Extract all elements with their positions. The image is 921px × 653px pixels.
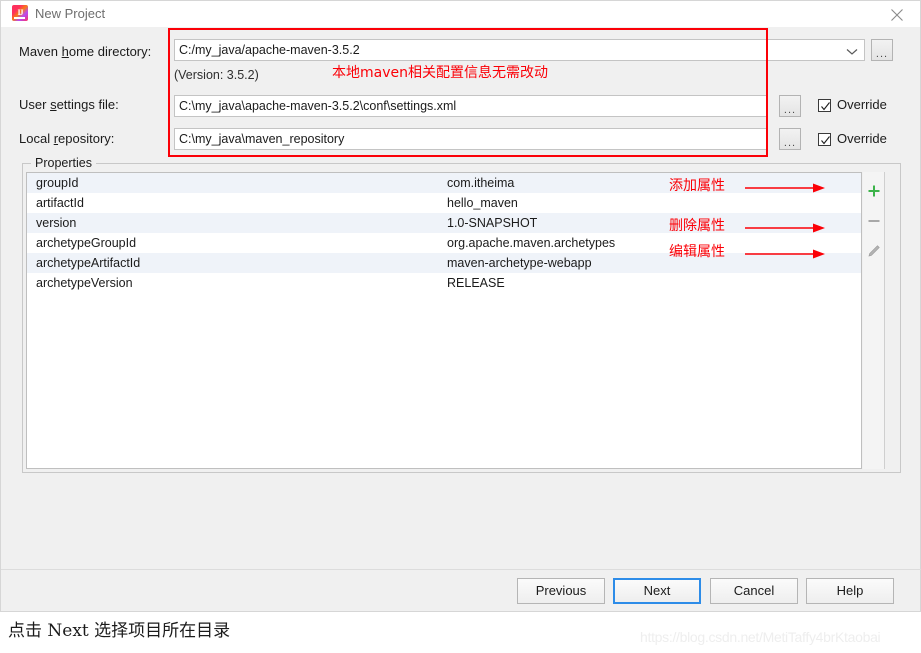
intellij-idea-icon: IJ [12,5,28,21]
previous-button[interactable]: Previous [517,578,605,604]
property-key: archetypeGroupId [36,236,137,250]
property-value: 1.0-SNAPSHOT [447,216,538,230]
property-value: maven-archetype-webapp [447,256,592,270]
properties-table[interactable]: groupId com.itheima artifactId hello_mavenv… [26,172,862,469]
checkbox-checked-icon [818,98,831,112]
window-title: New Project [35,6,106,21]
table-row[interactable]: archetypeGroupId org.apache.maven.archety… [27,233,861,253]
property-key: groupId [36,176,79,190]
user-settings-label-post: ettings file: [56,97,119,112]
help-button[interactable]: Help [806,578,894,604]
watermark-text: https://blog.csdn.net/MetiTaffy4brKtaoba… [640,629,881,645]
annotation-add-property-text: 添加属性 [669,178,725,194]
maven-home-label-pre: Maven [19,44,62,59]
property-value: hello_maven [447,196,518,210]
maven-home-combobox[interactable]: C:/my_java/apache-maven-3.5.2 [174,39,865,61]
table-row[interactable]: archetypeVersion RELEASE [27,273,861,293]
local-repository-value: C:\my_java\maven_repository [179,132,345,146]
local-repository-override-label: Override [837,131,887,146]
user-settings-value: C:\my_java\apache-maven-3.5.2\conf\setti… [179,99,457,113]
maven-home-label-mnemonic: h [61,44,69,59]
arrow-right-icon [745,247,827,265]
local-repository-label: Local repository: [19,131,114,147]
intellij-idea-bar [14,17,25,19]
property-key: version [36,216,77,230]
arrow-right-icon [745,181,827,199]
local-repository-label-post: epository: [58,131,115,146]
maven-home-label-post: ome directory: [68,44,152,59]
property-value: org.apache.maven.archetypes [447,236,616,250]
properties-legend: Properties [31,156,96,171]
table-row[interactable]: artifactId hello_maven [27,193,861,213]
user-settings-override-label: Override [837,97,887,112]
edit-property-button[interactable] [863,238,885,262]
checkbox-checked-icon [818,132,831,146]
maven-home-value: C:/my_java/apache-maven-3.5.2 [179,43,360,57]
local-repository-browse-button[interactable]: ... [779,128,801,150]
user-settings-label-pre: User [19,97,51,112]
table-row[interactable]: version 1.0-SNAPSHOT [27,213,861,233]
user-settings-browse-button[interactable]: ... [779,95,801,117]
page-caption: 点击 Next 选择项目所在目录 [8,621,231,641]
user-settings-override-checkbox[interactable]: Override [818,97,887,113]
add-property-button[interactable] [863,178,885,202]
remove-property-button[interactable] [863,208,885,232]
dialog-button-bar: Previous Next Cancel Help [1,569,921,611]
property-key: artifactId [36,196,84,210]
annotation-edit-property-text: 编辑属性 [669,244,725,260]
annotation-config-note: 本地maven相关配置信息无需改动 [332,65,548,81]
maven-home-browse-button[interactable]: ... [871,39,893,61]
new-project-dialog: IJ New Project Maven home directory: C:/… [0,0,921,612]
local-repository-label-pre: Local [19,131,54,146]
properties-toolbar [863,172,885,469]
user-settings-label: User settings file: [19,97,119,113]
close-icon[interactable] [874,1,920,27]
maven-version-note: (Version: 3.5.2) [174,68,259,82]
property-key: archetypeArtifactId [36,256,141,270]
title-bar: IJ New Project [1,1,920,27]
property-value: com.itheima [447,176,515,190]
cancel-button[interactable]: Cancel [710,578,798,604]
local-repository-override-checkbox[interactable]: Override [818,131,887,147]
next-button[interactable]: Next [613,578,701,604]
table-row[interactable]: groupId com.itheima [27,173,861,193]
chevron-down-icon[interactable] [839,39,865,61]
maven-home-label: Maven home directory: [19,44,151,60]
local-repository-input[interactable]: C:\my_java\maven_repository [174,128,768,150]
annotation-remove-property-text: 删除属性 [669,218,725,234]
arrow-right-icon [745,221,827,239]
property-key: archetypeVersion [36,276,133,290]
property-value: RELEASE [447,276,505,290]
user-settings-input[interactable]: C:\my_java\apache-maven-3.5.2\conf\setti… [174,95,768,117]
table-row[interactable]: archetypeArtifactId maven-archetype-webap… [27,253,861,273]
